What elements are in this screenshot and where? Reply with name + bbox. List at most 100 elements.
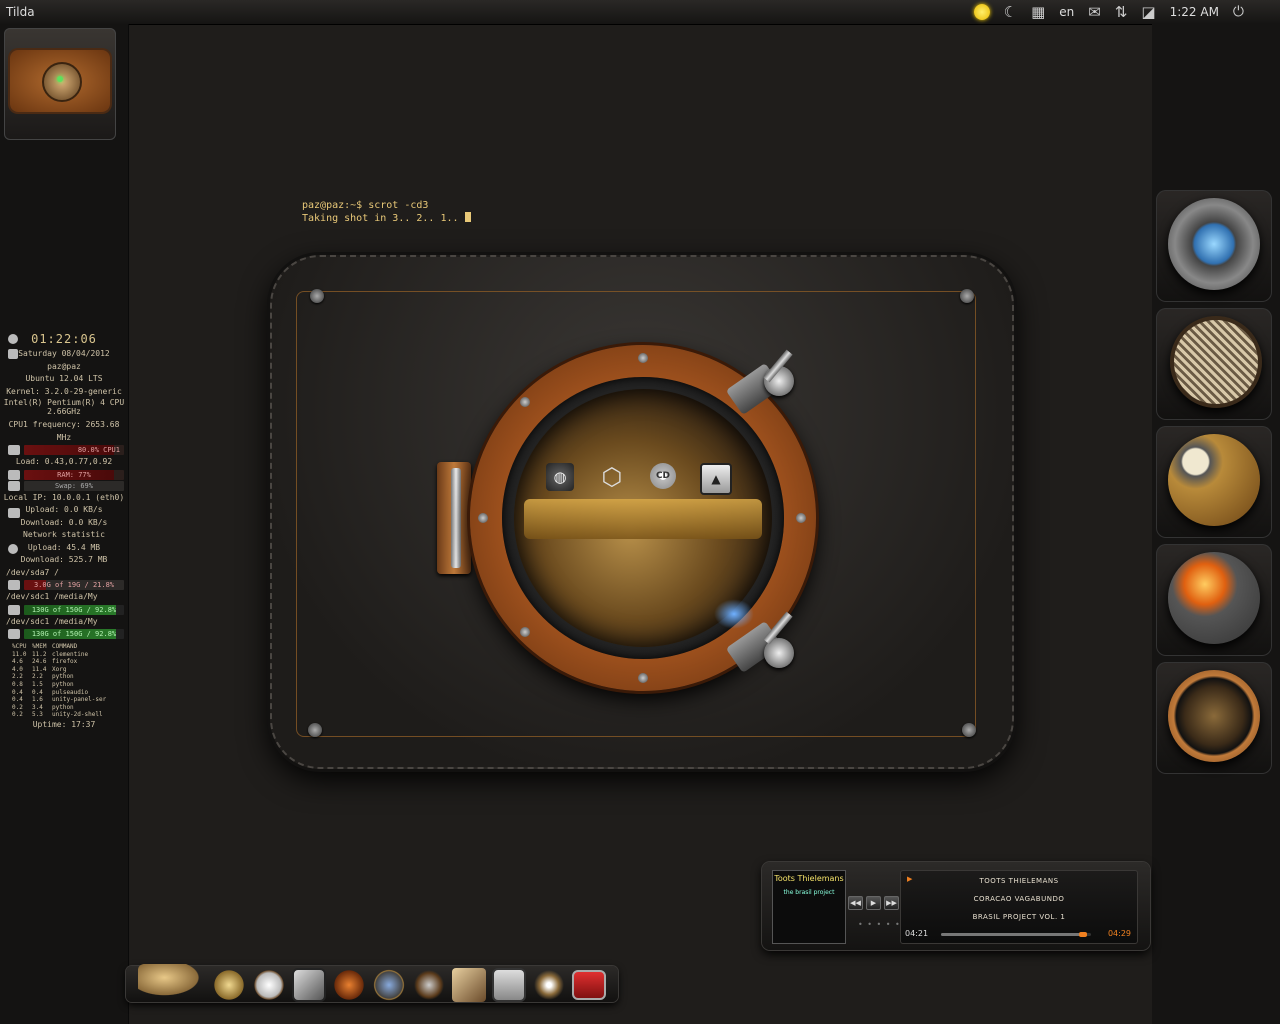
proc-cpu: 0.8 [12, 680, 23, 688]
right-dock [1152, 24, 1280, 1024]
conky-load: Load: 0.43,0.77,0.92 [15, 457, 113, 466]
network-icon[interactable]: ⇅ [1115, 4, 1128, 20]
picture-icon[interactable]: ▲ [700, 463, 732, 495]
conky-net-upload: Upload: 45.4 MB [27, 542, 101, 552]
cube-icon[interactable]: ⬡ [598, 463, 626, 491]
process-row: 4.0 11.4 Xorg [12, 666, 128, 674]
disk1-bar: 3.0G of 19G / 21.8% [24, 580, 124, 590]
cpu-icon [8, 445, 20, 455]
proc-header-cpu: %CPU [12, 643, 27, 650]
process-row: 0.2 5.3 unity-2d-shell [12, 711, 128, 719]
proc-command: clementine [52, 650, 89, 658]
proc-mem: 11.2 [32, 650, 47, 658]
terminal-cursor [464, 212, 471, 222]
conky-net-title: Network statistic [23, 530, 105, 539]
proc-mem: 2.2 [32, 673, 43, 681]
keyboard-layout[interactable]: en [1059, 5, 1074, 19]
porthole-glass [514, 389, 772, 647]
disk3-icon [8, 629, 20, 639]
bolt-icon [638, 353, 648, 363]
globe-icon[interactable]: ◍ [546, 463, 574, 491]
network-stat-icon [8, 543, 18, 554]
proc-mem: 1.6 [32, 696, 43, 704]
volume-dots[interactable]: • • • • • [858, 920, 901, 929]
next-button[interactable]: ▶▶ [884, 896, 899, 910]
player-display: ▶ TOOTS THIELEMANS CORACAO VAGABUNDO BRA… [900, 870, 1138, 944]
terminal-line-2: Taking shot in 3.. 2.. 1.. [302, 212, 471, 225]
conky-net-download: Download: 525.7 MB [20, 555, 108, 564]
proc-cpu: 0.2 [12, 703, 23, 711]
proc-mem: 5.3 [32, 711, 43, 719]
globe-stand-icon[interactable] [212, 968, 246, 1002]
disk3-label: /dev/sdc1 /media/My [6, 616, 98, 626]
power-icon[interactable]: ⏻ [1233, 4, 1244, 20]
terminal-icon[interactable] [572, 970, 606, 1000]
proc-cpu: 4.6 [12, 658, 23, 666]
latch-top[interactable] [725, 349, 800, 416]
sun-icon[interactable] [973, 4, 990, 20]
calendar-icon [8, 349, 18, 359]
proc-header-command: COMMAND [52, 643, 78, 650]
launcher-app-tile[interactable] [4, 28, 116, 140]
process-row: 0.4 0.4 pulseaudio [12, 689, 128, 697]
prev-button[interactable]: ◀◀ [848, 896, 863, 910]
disk3-bar-label: 130G of 150G / 92.8% [31, 630, 117, 638]
panel-clock[interactable]: 1:22 AM [1170, 5, 1219, 19]
pocket-watch-icon[interactable] [252, 968, 286, 1002]
conky-download: Download: 0.0 KB/s [20, 517, 108, 527]
proc-cpu: 0.4 [12, 688, 23, 696]
explorer-hat-icon[interactable] [138, 964, 204, 998]
diving-helmet-icon[interactable] [332, 968, 366, 1002]
seek-handle[interactable] [1078, 932, 1087, 937]
proc-command: firefox [52, 658, 78, 666]
help-icon[interactable] [532, 968, 566, 1002]
track-title: CORACAO VAGABUNDO [973, 895, 1065, 903]
disk2-label: /dev/sdc1 /media/My [6, 592, 98, 601]
conky-cpu-model: Intel(R) Pentium(R) 4 CPU [3, 398, 125, 407]
seek-bar[interactable] [941, 932, 1091, 937]
cd-icon[interactable]: CD [650, 463, 676, 489]
porthole-icon [1168, 670, 1260, 762]
process-list: %CPU %MEM COMMAND 11.0 11.2 clementine 4.6 24… [0, 643, 128, 719]
elapsed-time: 04:21 [905, 929, 929, 938]
workspace-icon[interactable]: ▦ [1031, 4, 1045, 20]
conky-monitor: 01:22:06 Saturday 08/04/2012 paz@paz Ubu… [0, 330, 128, 731]
album-title: BRASIL PROJECT VOL. 1 [972, 913, 1066, 921]
dock-item-heater[interactable] [1156, 544, 1272, 656]
mail-icon[interactable]: ✉ [1088, 4, 1101, 20]
dock-item-porthole[interactable] [1156, 662, 1272, 774]
terminal-line-1: paz@paz:~$ scrot -cd3 [302, 200, 429, 211]
bolt-icon [520, 397, 530, 407]
compass-icon[interactable] [372, 968, 406, 1002]
terminal-output[interactable]: paz@paz:~$ scrot -cd3 Taking shot in 3..… [302, 200, 471, 225]
active-window-title: Tilda [6, 5, 35, 19]
screw-icon [308, 723, 322, 737]
briefcase-icon [10, 50, 110, 112]
disk2-bar: 130G of 150G / 92.8% [24, 604, 124, 615]
weather-icon[interactable]: ☾ [1004, 4, 1017, 20]
frame-icon[interactable] [492, 968, 526, 1002]
system-tray: ☾ ▦ en ✉ ⇅ ◪ 1:22 AM ⏻ [973, 4, 1280, 20]
photos-icon[interactable] [292, 968, 326, 1002]
play-button[interactable]: ▶ [866, 896, 881, 910]
bolt-icon [478, 513, 488, 523]
dock-item-microphone[interactable] [1156, 308, 1272, 420]
proc-mem: 11.4 [32, 665, 47, 673]
cover-subtitle: the brasil project [783, 889, 835, 896]
player-controls: ◀◀ ▶ ▶▶ [848, 896, 899, 910]
grandfather-clock-icon[interactable] [412, 968, 446, 1002]
dock-item-flux[interactable] [1156, 190, 1272, 302]
proc-mem: 24.6 [32, 658, 47, 666]
rss-icon[interactable]: ◪ [1141, 4, 1155, 20]
latch-bottom[interactable] [725, 611, 800, 674]
dock-item-gauge[interactable] [1156, 426, 1272, 538]
ram-bar: RAM: 77% [24, 469, 124, 480]
bottom-dock [126, 964, 618, 1002]
disk1-icon [8, 580, 20, 590]
process-row: 11.0 11.2 clementine [12, 651, 128, 659]
conky-host: paz@paz [47, 361, 81, 371]
process-row: 0.4 1.6 unity-panel-ser [12, 696, 128, 704]
artist-name: TOOTS THIELEMANS [979, 877, 1059, 885]
quill-icon[interactable] [452, 968, 486, 1002]
top-panel: Tilda ☾ ▦ en ✉ ⇅ ◪ 1:22 AM ⏻ [0, 0, 1280, 25]
